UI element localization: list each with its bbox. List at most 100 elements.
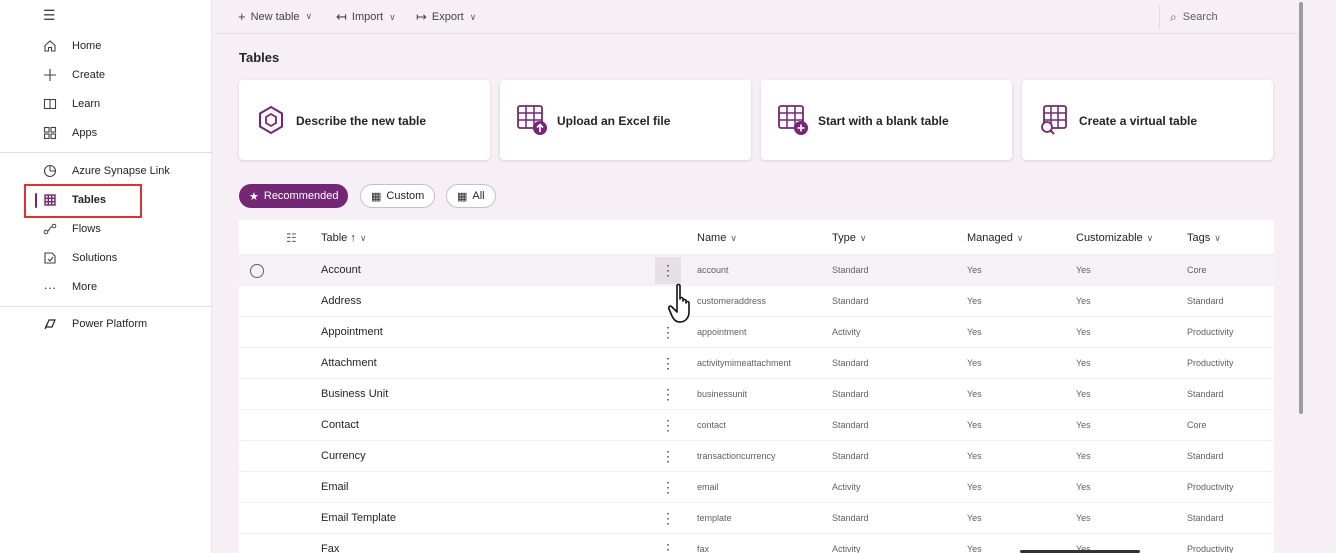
table-row[interactable]: Email ⋮ email Activity Yes Yes Productiv… (239, 471, 1274, 502)
column-header-tags[interactable]: Tags ∨ (1187, 232, 1221, 244)
column-label: Table (321, 232, 348, 244)
cell-table[interactable]: Currency (321, 450, 366, 462)
cell-type: Standard (832, 451, 869, 461)
cell-table[interactable]: Fax (321, 543, 339, 553)
column-header-customizable[interactable]: Customizable ∨ (1076, 232, 1153, 244)
cell-tags: Standard (1187, 451, 1224, 461)
nav-divider-bottom (0, 306, 212, 307)
upload-excel-card[interactable]: Upload an Excel file (500, 80, 751, 160)
column-options-icon[interactable]: ☷ (286, 231, 297, 245)
nav-label-create: Create (72, 69, 106, 81)
cell-type: Activity (832, 544, 861, 553)
card-label: Create a virtual table (1079, 114, 1198, 128)
nav-item-power-platform[interactable]: Power Platform (0, 311, 212, 337)
column-label: Type (832, 232, 856, 244)
nav-item-home[interactable]: Home (0, 33, 212, 59)
more-options-button[interactable]: ⋮ (655, 474, 681, 501)
search-input[interactable]: ⌕ Search (1159, 5, 1289, 29)
cell-name: businessunit (697, 389, 748, 399)
cell-managed: Yes (967, 358, 982, 368)
export-button[interactable]: ↦ Export ∨ (416, 9, 476, 25)
cell-tags: Core (1187, 420, 1207, 430)
cell-customizable: Yes (1076, 296, 1091, 306)
nav-item-solutions[interactable]: Solutions (0, 245, 212, 271)
table-row[interactable]: Account ⋮ account Standard Yes Yes Core (239, 254, 1274, 285)
nav-label-flows: Flows (72, 223, 101, 235)
blank-table-card[interactable]: Start with a blank table (761, 80, 1012, 160)
more-options-button[interactable]: ⋮ (655, 257, 681, 284)
cell-customizable: Yes (1076, 389, 1091, 399)
chevron-down-icon: ∨ (1146, 233, 1154, 243)
table-row[interactable]: Contact ⋮ contact Standard Yes Yes Core (239, 409, 1274, 440)
cell-customizable: Yes (1076, 420, 1091, 430)
column-header-type[interactable]: Type ∨ (832, 232, 866, 244)
import-button[interactable]: ↤ Import ∨ (336, 9, 396, 25)
cell-table[interactable]: Contact (321, 419, 359, 431)
cell-table[interactable]: Appointment (321, 326, 383, 338)
cell-managed: Yes (967, 265, 982, 275)
nav-item-learn[interactable]: Learn (0, 91, 212, 117)
nav-item-azure-synapse-link[interactable]: Azure Synapse Link (0, 158, 212, 184)
filter-custom[interactable]: ▦ Custom (360, 184, 436, 208)
virtual-table-card[interactable]: Create a virtual table (1022, 80, 1273, 160)
cell-customizable: Yes (1076, 451, 1091, 461)
flow-icon (42, 221, 58, 237)
more-options-button[interactable]: ⋮ (655, 536, 681, 553)
nav-item-flows[interactable]: Flows (0, 216, 212, 242)
row-select-radio[interactable] (250, 264, 264, 278)
cell-table[interactable]: Business Unit (321, 388, 388, 400)
table-row[interactable]: Appointment ⋮ appointment Activity Yes Y… (239, 316, 1274, 347)
chevron-down-icon: ∨ (730, 233, 737, 243)
cell-name: activitymimeattachment (697, 358, 792, 368)
cell-tags: Standard (1187, 389, 1224, 399)
more-options-button[interactable]: ⋮ (655, 381, 681, 408)
cell-managed: Yes (967, 513, 982, 523)
column-header-name[interactable]: Name ∨ (697, 232, 737, 244)
cell-table[interactable]: Attachment (321, 357, 377, 369)
vertical-scrollbar[interactable] (1299, 2, 1303, 414)
cell-table[interactable]: Address (321, 295, 361, 307)
filter-all[interactable]: ▦ All (446, 184, 496, 208)
cell-managed: Yes (967, 451, 982, 461)
cell-name: appointment (697, 327, 747, 337)
cell-tags: Productivity (1187, 327, 1234, 337)
left-nav: ☰ Home Create Learn Apps Azure Synapse L… (0, 0, 212, 553)
cell-managed: Yes (967, 296, 982, 306)
filter-label: All (472, 190, 485, 202)
table-row[interactable]: Email Template ⋮ template Standard Yes Y… (239, 502, 1274, 533)
nav-label-learn: Learn (72, 98, 101, 110)
filter-label: Custom (386, 190, 425, 202)
cell-type: Standard (832, 296, 869, 306)
table-row[interactable]: Attachment ⋮ activitymimeattachment Stan… (239, 347, 1274, 378)
cell-table[interactable]: Email (321, 481, 349, 493)
filter-recommended[interactable]: ★ Recommended (239, 184, 349, 208)
solutions-icon (42, 250, 58, 266)
column-label: Customizable (1076, 232, 1143, 244)
cell-name: transactioncurrency (697, 451, 776, 461)
hamburger-menu-icon[interactable]: ☰ (43, 8, 57, 22)
more-options-button[interactable]: ⋮ (655, 412, 681, 439)
more-options-button[interactable]: ⋮ (655, 443, 681, 470)
describe-table-card[interactable]: Describe the new table (239, 80, 490, 160)
more-options-button[interactable]: ⋮ (655, 505, 681, 532)
nav-label-solutions: Solutions (72, 252, 118, 264)
more-options-button[interactable]: ⋮ (655, 350, 681, 377)
table-row[interactable]: Business Unit ⋮ businessunit Standard Ye… (239, 378, 1274, 409)
table-row[interactable]: Address customeraddress Standard Yes Yes… (239, 285, 1274, 316)
nav-label-home: Home (72, 40, 102, 52)
column-header-table[interactable]: Table ↑ ∨ (321, 232, 366, 244)
cell-table[interactable]: Email Template (321, 512, 396, 524)
column-label: Managed (967, 232, 1013, 244)
table-row[interactable]: Currency ⋮ transactioncurrency Standard … (239, 440, 1274, 471)
column-label: Tags (1187, 232, 1211, 244)
cell-managed: Yes (967, 544, 982, 553)
column-header-managed[interactable]: Managed ∨ (967, 232, 1023, 244)
nav-item-apps[interactable]: Apps (0, 120, 212, 146)
virtual-table-icon (1038, 104, 1070, 136)
new-table-button[interactable]: + New table ∨ (238, 9, 312, 24)
cell-table[interactable]: Account (321, 264, 361, 276)
nav-item-create[interactable]: Create (0, 62, 212, 88)
cell-tags: Core (1187, 265, 1207, 275)
nav-item-more[interactable]: ··· More (0, 274, 212, 300)
upload-table-icon (516, 104, 548, 136)
